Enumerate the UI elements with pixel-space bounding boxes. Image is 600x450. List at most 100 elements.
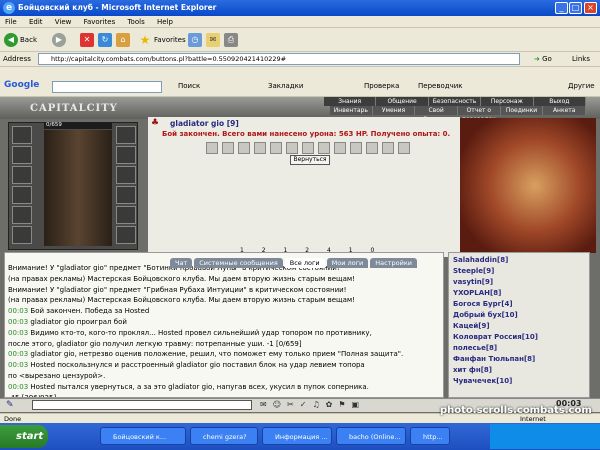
history-icon: ◷ [188, 33, 202, 47]
online-users-list: Salahaddin[8] Steeple[9] vasytin[9] YXOPLAH… [448, 252, 590, 398]
tab-chat[interactable]: Чат [170, 258, 193, 268]
google-logo: Google [4, 80, 40, 90]
chat-tool-icons[interactable]: ✉☺✂✓♫✿⚑▣ [260, 400, 365, 409]
chat-line: 00:03 Бой закончен. Победа за Hosted [8, 306, 440, 317]
online-user[interactable]: полесье[8] [453, 343, 585, 354]
nav-duels[interactable]: Поединки [501, 106, 544, 115]
online-user[interactable]: Salahaddin[8] [453, 255, 585, 266]
chat-send-icon[interactable]: ✎ [6, 400, 14, 410]
equipment-slot[interactable] [116, 206, 136, 224]
equipment-slot[interactable] [116, 166, 136, 184]
chat-line: (на правах рекламы) Мастерская Бойцовско… [8, 295, 440, 306]
result-slot [382, 142, 394, 154]
tab-all-logs[interactable]: Все логи [284, 258, 325, 268]
window-title: Бойцовский клуб - Microsoft Internet Exp… [18, 3, 217, 12]
online-user[interactable]: Фанфан Тюльпан[8] [453, 354, 585, 365]
go-arrow-icon: ➜ [534, 55, 540, 63]
menu-file[interactable]: File [0, 16, 22, 28]
online-user[interactable]: Чувачечек[10] [453, 376, 585, 387]
go-button[interactable]: ➜ Go [534, 52, 552, 66]
nav-profile[interactable]: Анкета [543, 106, 587, 115]
toolbar-spacer [0, 67, 600, 78]
equipment-slot[interactable] [12, 146, 32, 164]
clan-emblem-icon: ♣ [151, 118, 160, 128]
return-button[interactable]: Вернуться [290, 155, 330, 165]
menu-favorites[interactable]: Favorites [79, 16, 121, 28]
online-user[interactable]: vasytin[9] [453, 277, 585, 288]
forward-button[interactable]: ▶ [52, 32, 68, 48]
nav-exit[interactable]: Выход [534, 97, 587, 106]
history-button[interactable]: ◷ [188, 32, 204, 48]
check-button[interactable]: Проверка [364, 82, 399, 90]
nav-skills[interactable]: Умения [373, 106, 416, 115]
close-button[interactable]: × [584, 2, 597, 14]
nav-character[interactable]: Персонаж [481, 97, 534, 106]
refresh-icon: ↻ [98, 33, 112, 47]
maximize-button[interactable]: □ [569, 2, 582, 14]
chat-time: 00:03 [8, 307, 31, 316]
task-button[interactable]: Информация ... [262, 427, 332, 445]
online-user[interactable]: YXOPLAH[8] [453, 288, 585, 299]
online-user[interactable]: Богося Бург[4] [453, 299, 585, 310]
refresh-button[interactable]: ↻ [98, 32, 114, 48]
chat-line: 00:03 gladiator gio проиграл бой [8, 317, 440, 328]
translator-button[interactable]: Переводчик [418, 82, 462, 90]
start-button[interactable]: start [0, 425, 48, 448]
task-button[interactable]: http... [410, 427, 450, 445]
menu-edit[interactable]: Edit [24, 16, 48, 28]
home-button[interactable]: ⌂ [116, 32, 132, 48]
bookmarks-button[interactable]: Закладки [268, 82, 303, 90]
print-button[interactable]: ⎙ [224, 32, 240, 48]
google-search-input[interactable] [52, 81, 162, 93]
menu-tools[interactable]: Tools [122, 16, 149, 28]
back-button[interactable]: ◀ Back [4, 32, 37, 48]
tab-settings[interactable]: Настройки [370, 258, 417, 268]
equipment-slot[interactable] [116, 186, 136, 204]
menu-view[interactable]: View [50, 16, 77, 28]
tab-my-logs[interactable]: Мои логи [326, 258, 369, 268]
chat-time: 00:03 [8, 382, 31, 391]
chat-text: Внимание! У "gladiator gio" предмет "Гри… [8, 285, 347, 294]
nav-transfer-report[interactable]: Отчет о переводах [458, 106, 501, 123]
task-button[interactable]: chemi gzera? G... [190, 427, 258, 445]
stop-button[interactable]: ✕ [80, 32, 96, 48]
online-user[interactable]: Кацей[9] [453, 321, 585, 332]
equipment-slot[interactable] [12, 206, 32, 224]
nav-security[interactable]: Безопасность [429, 97, 482, 106]
nav-scroll[interactable]: Свой Скроллл [415, 106, 459, 123]
equipment-slot[interactable] [12, 166, 32, 184]
chat-input[interactable] [32, 400, 252, 410]
result-slot [398, 142, 410, 154]
equipment-slot[interactable] [12, 126, 32, 144]
result-slot [270, 142, 282, 154]
online-user[interactable]: Добрый бух[10] [453, 310, 585, 321]
chat-line: 00:03 Видимо кто-то, кого-то проклял... … [8, 328, 440, 339]
minimize-button[interactable]: _ [555, 2, 568, 14]
chat-text: по <вырезано цензурой>. [8, 371, 106, 380]
tab-system-messages[interactable]: Системные сообщения [194, 258, 283, 268]
nav-inventory[interactable]: Инвентарь [330, 106, 373, 115]
task-button[interactable]: bacho (Online... [336, 427, 406, 445]
online-user[interactable]: Steeple[9] [453, 266, 585, 277]
task-button[interactable]: Бойцовский к... [100, 427, 186, 445]
browser-toolbar: ◀ Back ▶ ✕ ↻ ⌂ ★ Favorites ◷ ✉ ⎙ [0, 28, 600, 52]
ie-logo-icon: e [3, 2, 15, 14]
fighter-name[interactable]: gladiator gio [9] [170, 119, 239, 128]
equipment-slot[interactable] [116, 226, 136, 244]
nav-knowledge[interactable]: Знания [324, 97, 377, 106]
menu-help[interactable]: Help [152, 16, 178, 28]
address-input[interactable]: http://capitalcity.combats.com/buttons.p… [38, 53, 520, 65]
favorites-button[interactable]: ★ Favorites [138, 32, 186, 48]
more-button[interactable]: Другие [568, 82, 595, 90]
online-user[interactable]: Коловрат Россия[10] [453, 332, 585, 343]
equipment-slot[interactable] [12, 226, 32, 244]
nav-communication[interactable]: Общение [376, 97, 429, 106]
mail-button[interactable]: ✉ [206, 32, 222, 48]
equipment-slot[interactable] [116, 146, 136, 164]
equipment-slot[interactable] [116, 126, 136, 144]
links-button[interactable]: Links [572, 52, 590, 66]
search-button[interactable]: Поиск [178, 82, 200, 90]
equipment-slot[interactable] [12, 186, 32, 204]
online-user[interactable]: хит фн[8] [453, 365, 585, 376]
result-slot [206, 142, 218, 154]
